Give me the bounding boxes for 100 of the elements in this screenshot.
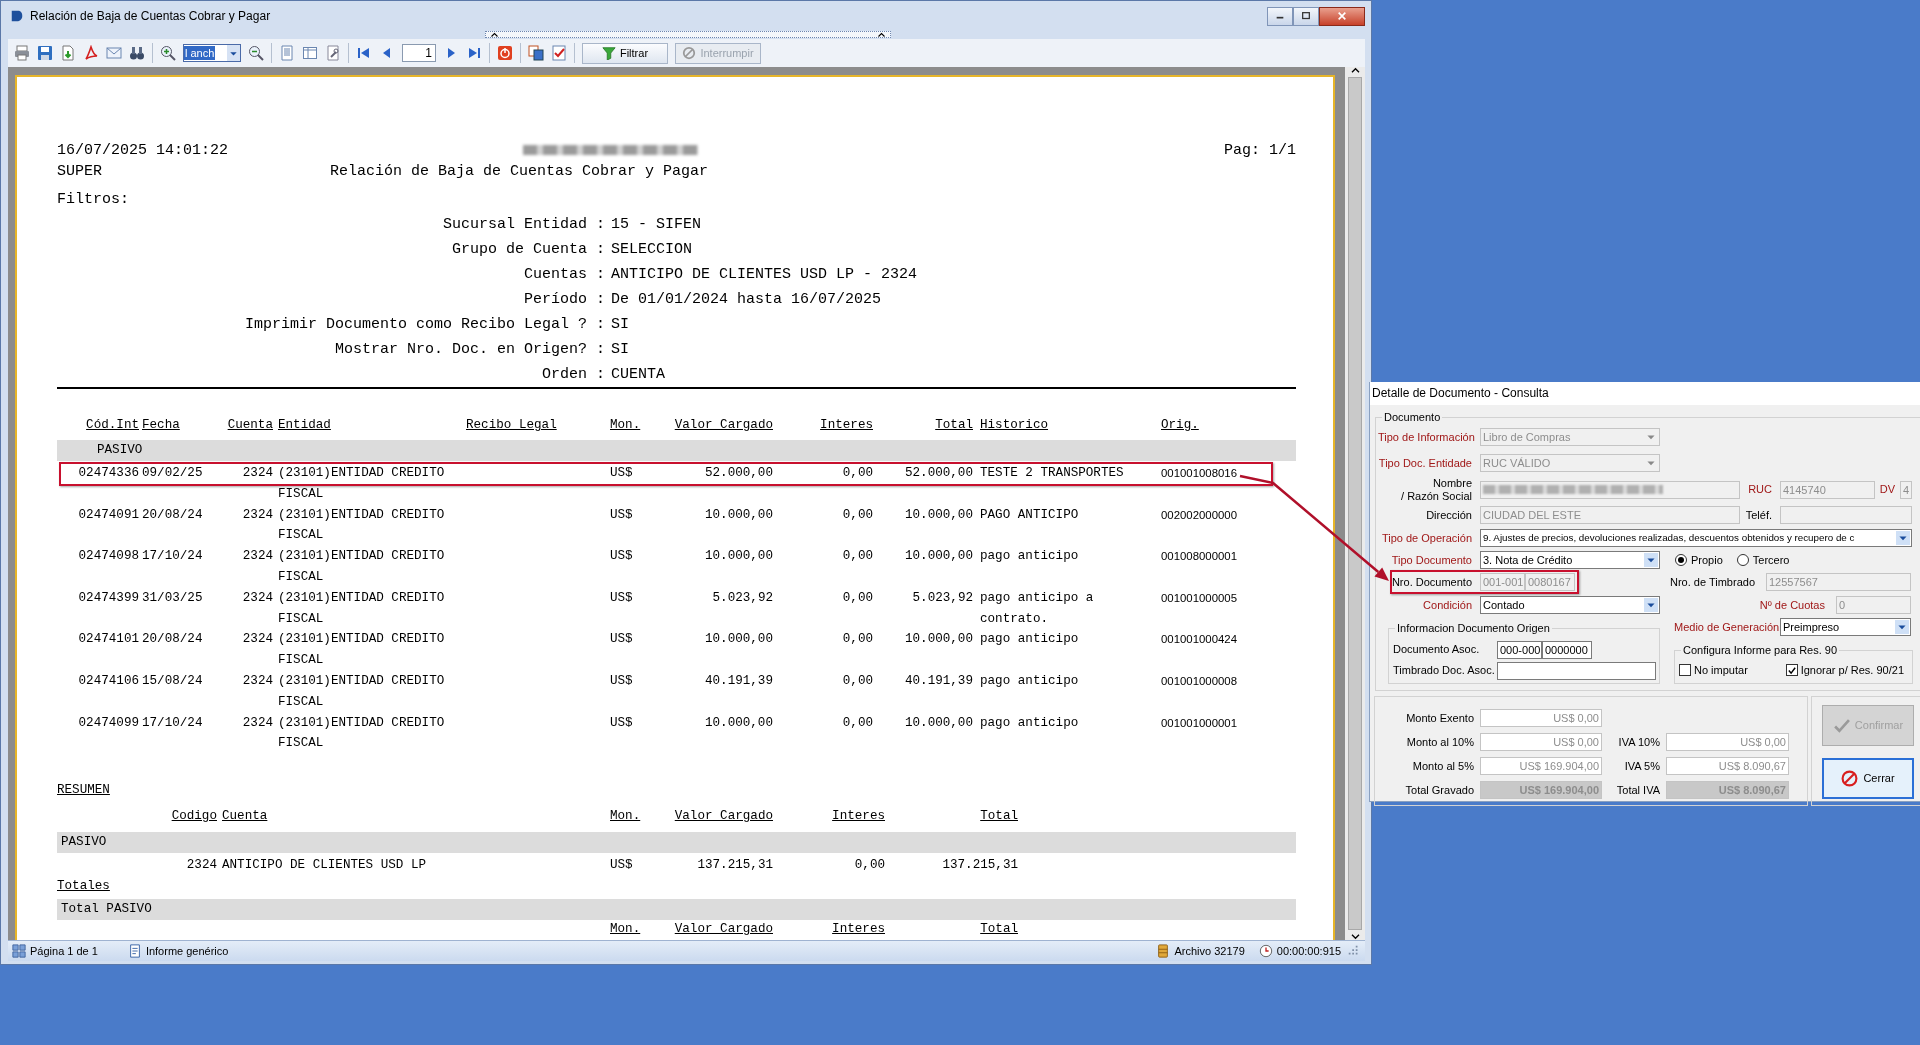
table-cell: 10.000,00 [704,632,773,647]
table-cell: 002002000000 [1161,508,1238,521]
table-cell: 17/10/24 [142,549,203,564]
table-cell: 15/08/24 [142,673,203,688]
table-cell: 2324 [242,507,273,522]
table-cell: 0,00 [842,549,873,564]
table-cell: 2324 [242,549,273,564]
table-cell: 2324 [242,673,273,688]
document-icon [127,944,142,958]
elapsed-time: 00:00:00:915 [1276,943,1341,959]
pdf-icon[interactable] [83,45,99,61]
input-field[interactable]: US$ 169.904,00 [1480,757,1602,775]
table-cell: 0,00 [854,857,885,872]
table-cell: pago anticipo [980,632,1079,647]
dropdown[interactable]: 3. Nota de Crédito [1480,551,1660,569]
pages-icon[interactable] [528,45,544,61]
input-field[interactable]: US$ 8.090,67 [1666,757,1789,775]
filter-label: Sucursal Entidad : [441,215,605,235]
radio-button[interactable] [1736,554,1749,566]
power-icon[interactable] [497,45,513,61]
wrench-icon[interactable] [325,45,341,61]
column-header: Interes [832,808,885,823]
checklist-icon[interactable] [551,45,567,61]
cancel-icon [682,46,697,60]
table-cell: 02474091 [78,507,139,522]
collapse-icon[interactable] [877,31,886,38]
collapse-icon[interactable] [490,31,499,38]
maximize-button[interactable] [1293,6,1319,26]
group-header: Total PASIVO [57,899,1296,921]
table-cell: pago anticipo [980,549,1079,564]
table-cell: 2324 [242,590,273,605]
field-label: RUC [1747,482,1773,498]
input-field[interactable]: US$ 8.090,67 [1666,781,1789,799]
zoom-dropdown[interactable]: l anch [183,44,241,62]
zoom-in-icon[interactable] [160,45,176,61]
radio-label[interactable]: Propio [1691,551,1723,569]
columns-icon[interactable] [302,45,318,61]
field-label: Condición [1422,598,1473,612]
radio-button[interactable] [1675,554,1687,566]
no-entry-icon [1841,770,1859,787]
field-label: Nro. de Timbrado [1669,574,1756,590]
table-cell: 2324 [242,466,273,480]
scroll-up-icon[interactable] [1350,67,1360,74]
column-header: Cód.Int [86,418,139,432]
first-page-icon[interactable] [356,45,372,61]
table-cell: 02474336 [78,466,139,480]
scrollbar[interactable] [1345,67,1365,940]
table-cell: US$ [610,507,633,522]
filter-label: Período : [523,290,605,310]
filter-value: SI [610,340,629,360]
table-cell: 0,00 [842,715,873,730]
column-header: Total [980,808,1018,823]
table-cell: 10.000,00 [704,507,773,522]
field-label: Timbrado Doc. Asoc. [1393,663,1496,679]
field-label: Documento Asoc. [1393,642,1481,658]
input-field[interactable]: US$ 0,00 [1666,733,1789,751]
column-header: Historico [980,418,1049,432]
column-header: Entidad [278,418,331,432]
input-field[interactable]: US$ 0,00 [1480,733,1602,751]
export-icon[interactable] [60,45,76,61]
table-cell: PAGO ANTICIPO [980,507,1079,522]
file-status: Archivo 32179 [1174,943,1245,959]
input-field[interactable]: 0000000 [1542,640,1592,659]
table-cell: 001001000424 [1161,633,1238,646]
input-field[interactable]: 000-000 [1497,640,1542,659]
input-field[interactable]: US$ 169.904,00 [1480,781,1602,799]
filter-value: SI [610,315,629,335]
totals-label: Totales [57,878,110,893]
binoculars-icon[interactable] [129,45,145,61]
checkbox[interactable] [1679,664,1691,676]
column-header: Orig. [1161,418,1199,432]
column-header: Mon. [610,808,641,823]
print-icon[interactable] [14,45,30,61]
filter-value: SELECCION [610,240,692,260]
table-cell: 02474399 [78,590,139,605]
table-cell: 2324 [186,857,217,872]
checkbox-label[interactable]: No imputar [1694,661,1748,679]
save-icon[interactable] [37,45,53,61]
filter-label: Orden : [541,365,605,385]
scroll-down-icon[interactable] [1350,933,1360,940]
table-cell: 10.000,00 [704,549,773,564]
dropdown[interactable]: 9. Ajustes de precios, devoluciones realizadas, descuentos obtenidos y recupero de c [1480,529,1912,547]
input-field[interactable] [1497,661,1656,680]
column-header: Interes [820,418,873,432]
checkbox-label[interactable]: Ignorar p/ Res. 90/21 [1800,661,1904,679]
dropdown[interactable]: Preimpreso [1780,618,1911,636]
field-label: Nº de Cuotas [1758,597,1826,613]
dropdown[interactable]: Contado [1480,596,1660,614]
last-page-icon[interactable] [466,45,482,61]
resize-grip-icon[interactable] [1347,944,1361,958]
table-cell: 0,00 [842,507,873,522]
radio-label[interactable]: Tercero [1752,551,1790,569]
zoom-out-icon[interactable] [248,45,264,61]
page-number-field[interactable]: 1 [402,44,436,62]
column-header: Codigo [171,808,217,823]
close-button[interactable] [1319,6,1365,26]
close-button[interactable]: Cerrar [1822,758,1914,799]
input-field[interactable]: US$ 0,00 [1480,709,1602,727]
checkbox[interactable] [1785,664,1798,676]
filter-button[interactable]: Filtrar [582,42,668,64]
